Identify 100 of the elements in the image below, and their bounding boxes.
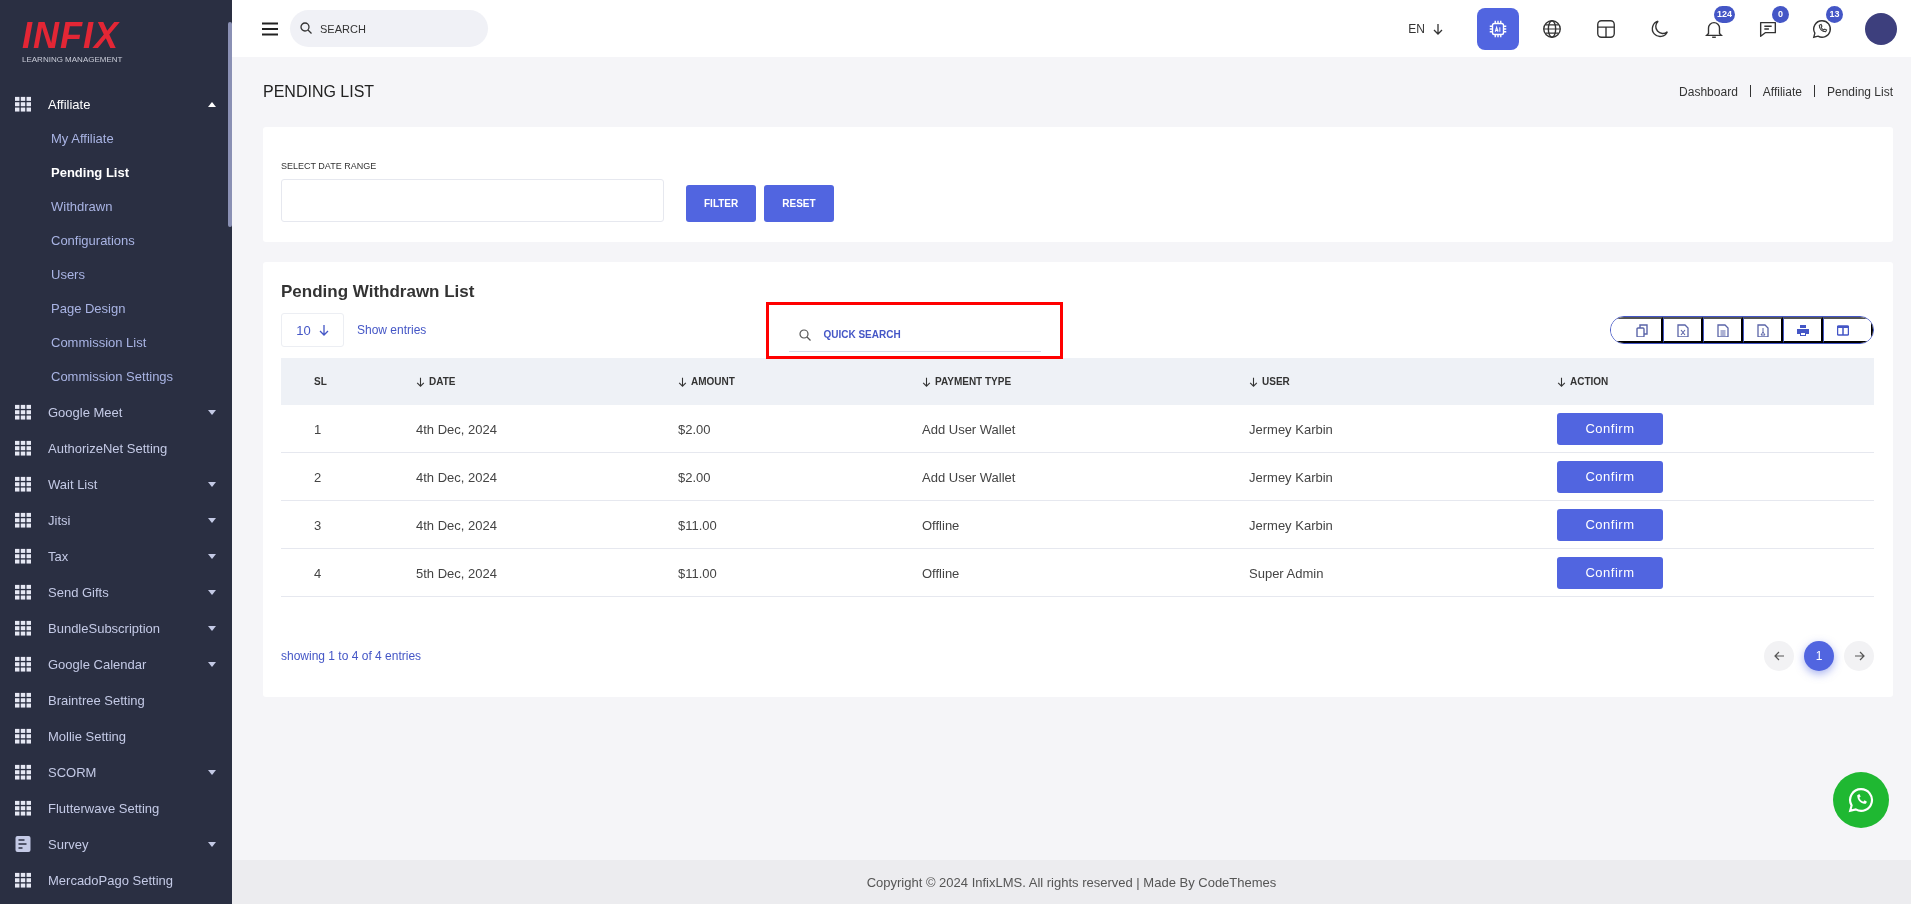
print-icon xyxy=(1796,323,1809,337)
column-header[interactable]: PAYMENT TYPE xyxy=(922,376,1012,387)
submenu-item[interactable]: Withdrawn xyxy=(51,190,113,224)
table-cell: 2 xyxy=(314,469,322,485)
arrow-down-icon xyxy=(1433,22,1443,35)
field-label: SELECT DATE RANGE xyxy=(281,161,378,171)
table-cell: Offline xyxy=(922,565,960,581)
phone-chat-icon xyxy=(1811,17,1833,40)
copyright-text: Copyright © 2024 InfixLMS. All rights reserved | Made By CodeThemes xyxy=(866,874,1277,890)
sidebar-item[interactable]: SCORM xyxy=(0,754,232,790)
filter-button[interactable]: FILTER xyxy=(686,185,757,222)
breadcrumb-link[interactable]: Affiliate xyxy=(1762,85,1802,99)
pdf-file-icon xyxy=(1756,323,1769,337)
table-cell: $2.00 xyxy=(678,421,711,437)
globe-icon xyxy=(1541,17,1563,40)
reset-button[interactable]: RESET xyxy=(764,185,834,222)
confirm-button[interactable]: Confirm xyxy=(1557,508,1663,541)
table-cell: $2.00 xyxy=(678,469,711,485)
breadcrumb-link[interactable]: Pending List xyxy=(1826,85,1893,99)
table-cell: 1 xyxy=(314,421,322,437)
column-header[interactable]: AMOUNT xyxy=(678,376,735,387)
grid-icon xyxy=(14,656,32,672)
submenu-item[interactable]: Configurations xyxy=(51,224,135,258)
sidebar-item[interactable]: Braintree Setting xyxy=(0,682,232,718)
page-button[interactable]: 1 xyxy=(1804,641,1834,671)
scrollbar[interactable] xyxy=(228,22,232,227)
column-header[interactable]: USER xyxy=(1249,376,1290,387)
columns-export-button[interactable] xyxy=(1823,317,1873,343)
count-badge: 0 xyxy=(1772,5,1789,23)
grid-icon xyxy=(14,404,32,420)
sidebar-item[interactable]: Google Calendar xyxy=(0,646,232,682)
menu-icon[interactable] xyxy=(262,21,278,36)
chat-button[interactable]: 0 xyxy=(1747,7,1789,50)
card-title: Pending Withdrawn List xyxy=(281,282,476,302)
table-cell: Jermey Karbin xyxy=(1249,421,1333,437)
submenu-item[interactable]: Users xyxy=(51,258,85,292)
column-header[interactable]: SL xyxy=(314,376,327,387)
columns-icon xyxy=(1836,323,1849,337)
grid-icon xyxy=(14,764,32,780)
logo-wordmark: INFIX xyxy=(22,20,121,52)
submenu-item[interactable]: My Affiliate xyxy=(51,122,114,156)
submenu-item[interactable]: Page Design xyxy=(51,292,126,326)
sidebar-item[interactable]: Flutterwave Setting xyxy=(0,790,232,826)
sidebar-item[interactable]: Jitsi xyxy=(0,502,232,538)
sidebar-item[interactable]: MercadoPago Setting xyxy=(0,862,232,898)
avatar[interactable] xyxy=(1865,12,1897,45)
confirm-button[interactable]: Confirm xyxy=(1557,556,1663,589)
phone-chat-icon xyxy=(1848,787,1874,813)
sidebar-item[interactable]: Survey xyxy=(0,826,232,862)
chip-button[interactable] xyxy=(1477,7,1519,50)
language-selector[interactable]: EN xyxy=(1408,21,1443,36)
table-cell: $11.00 xyxy=(678,517,717,533)
grid-icon xyxy=(14,872,32,888)
sidebar-item[interactable]: Tax xyxy=(0,538,232,574)
csv-export-button[interactable] xyxy=(1703,317,1743,343)
pdf-export-button[interactable] xyxy=(1743,317,1783,343)
sort-arrow-icon xyxy=(678,376,687,387)
sort-arrow-icon xyxy=(416,376,425,387)
confirm-button[interactable]: Confirm xyxy=(1557,460,1663,493)
breadcrumb-link[interactable]: Dashboard xyxy=(1679,85,1738,99)
copy-export-button[interactable] xyxy=(1611,317,1663,343)
excel-file-icon xyxy=(1676,323,1689,337)
sort-arrow-icon xyxy=(1249,376,1258,387)
caret-icon xyxy=(208,625,216,631)
submenu-item[interactable]: Commission Settings xyxy=(51,360,174,394)
quick-search-field[interactable]: QUICK SEARCH xyxy=(789,317,1042,352)
grid-icon xyxy=(14,96,32,112)
sidebar-item[interactable]: BundleSubscription xyxy=(0,610,232,646)
logo-tagline: LEARNING MANAGEMENT xyxy=(22,54,123,66)
sidebar-item[interactable]: Affiliate xyxy=(0,86,232,122)
table-cell: Add User Wallet xyxy=(922,421,1016,437)
submenu-item[interactable]: Commission List xyxy=(51,326,147,360)
sidebar-item[interactable]: Google Meet xyxy=(0,394,232,430)
page-title: PENDING LIST xyxy=(263,83,375,101)
table-cell: Offline xyxy=(922,517,960,533)
sidebar-item[interactable]: Mollie Setting xyxy=(0,718,232,754)
confirm-button[interactable]: Confirm xyxy=(1557,412,1663,445)
grid-icon xyxy=(14,548,32,564)
caret-icon xyxy=(208,769,216,775)
sidebar-item[interactable]: Wait List xyxy=(0,466,232,502)
sidebar-item[interactable]: Send Gifts xyxy=(0,574,232,610)
page-size-select[interactable]: 10 xyxy=(281,313,344,347)
column-header[interactable]: ACTION xyxy=(1557,376,1609,387)
search-field[interactable]: SEARCH xyxy=(290,10,488,47)
date-range-field[interactable] xyxy=(281,179,664,222)
phone-chat-button[interactable]: 13 xyxy=(1801,7,1843,50)
submenu-item[interactable]: Pending List xyxy=(51,156,129,190)
excel-export-button[interactable] xyxy=(1663,317,1703,343)
search-icon xyxy=(799,328,812,341)
whatsapp-button[interactable] xyxy=(1833,772,1889,828)
survey-icon xyxy=(14,836,32,852)
bell-button[interactable]: 124 xyxy=(1693,7,1735,50)
sidebar-item[interactable]: AuthorizeNet Setting xyxy=(0,430,232,466)
column-header[interactable]: DATE xyxy=(416,376,456,387)
print-export-button[interactable] xyxy=(1783,317,1823,343)
caret-icon xyxy=(208,517,216,523)
caret-icon xyxy=(208,661,216,667)
table-cell: Super Admin xyxy=(1249,565,1324,581)
document-icon xyxy=(1716,323,1729,337)
caret-icon xyxy=(208,481,216,487)
